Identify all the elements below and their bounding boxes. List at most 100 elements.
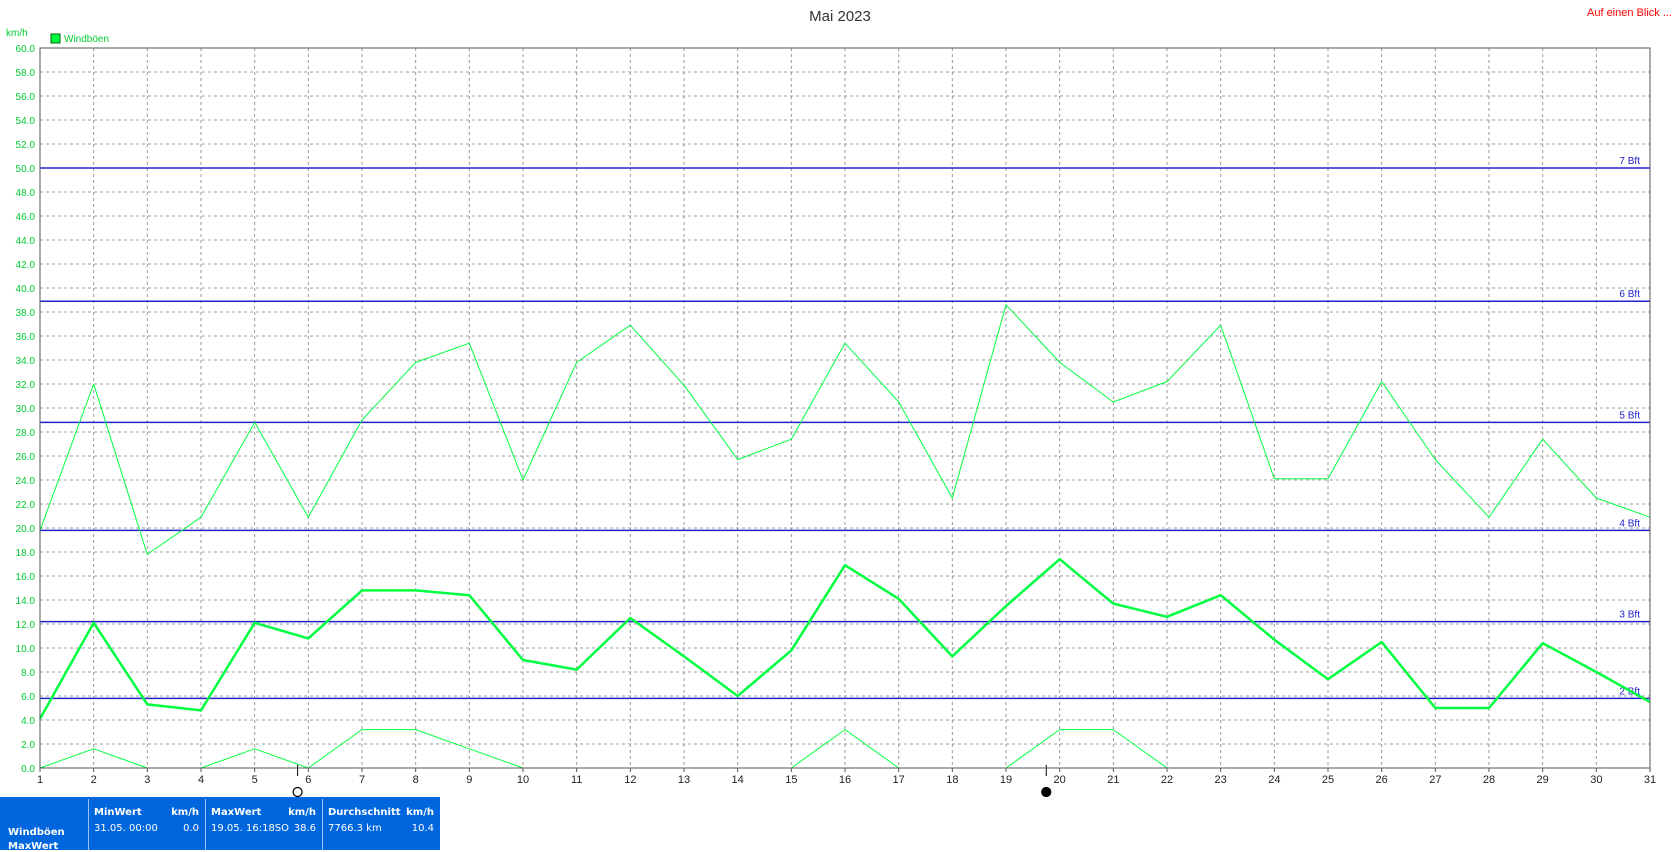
stat-max: MaxWert km/h 19.05. 16:18SO 38.6 [205, 799, 322, 850]
stat-avg: Durchschnitt km/h 7766.3 km 10.4 [322, 799, 440, 850]
y-tick-label: 16.0 [16, 572, 36, 583]
statistics-footer: Windböen MaxWert MinWert km/h 31.05. 00:… [0, 797, 1677, 852]
legend-label: Windböen [64, 34, 109, 45]
x-tick-label: 17 [893, 774, 905, 786]
stat-min-head: MinWert [94, 807, 142, 818]
x-tick-label: 14 [732, 774, 744, 786]
stat-max-unit: km/h [288, 807, 316, 818]
stat-max-time: 19.05. 16:18SO [211, 823, 290, 834]
y-tick-label: 0.0 [21, 764, 35, 775]
moon-full-icon [292, 786, 303, 797]
y-tick-label: 28.0 [16, 428, 36, 439]
x-tick-label: 6 [305, 774, 311, 786]
y-tick-label: 52.0 [16, 140, 36, 151]
x-tick-label: 16 [839, 774, 851, 786]
x-tick-label: 1 [37, 774, 43, 786]
beaufort-label: 3 Bft [1619, 610, 1640, 621]
stat-min-time: 31.05. 00:00 [94, 823, 158, 834]
stat-avg-head: Durchschnitt [328, 807, 401, 818]
y-tick-label: 24.0 [16, 476, 36, 487]
beaufort-label: 5 Bft [1619, 410, 1640, 421]
row-label-maxwert: MaxWert [8, 841, 59, 852]
x-tick-label: 12 [624, 774, 636, 786]
y-tick-label: 54.0 [16, 116, 36, 127]
auf-einen-blick-link[interactable]: Auf einen Blick ... [1587, 7, 1672, 19]
row-label-windboeen: Windböen [8, 827, 65, 838]
x-tick-label: 3 [144, 774, 150, 786]
y-tick-label: 4.0 [21, 716, 35, 727]
x-tick-label: 29 [1537, 774, 1549, 786]
stat-avg-value: 10.4 [411, 823, 434, 834]
y-tick-label: 10.0 [16, 644, 36, 655]
y-tick-label: 58.0 [16, 68, 36, 79]
y-tick-label: 12.0 [16, 620, 36, 631]
stat-avg-distance: 7766.3 km [328, 823, 382, 834]
y-tick-label: 40.0 [16, 284, 36, 295]
x-tick-label: 18 [946, 774, 958, 786]
series-line [39, 729, 524, 769]
x-tick-label: 19 [1000, 774, 1012, 786]
y-tick-label: 2.0 [21, 740, 35, 751]
y-tick-label: 46.0 [16, 212, 36, 223]
y-tick-label: 30.0 [16, 404, 36, 415]
x-tick-label: 8 [413, 774, 419, 786]
x-tick-label: 10 [517, 774, 529, 786]
x-tick-label: 20 [1054, 774, 1066, 786]
x-tick-label: 30 [1590, 774, 1602, 786]
y-tick-label: 18.0 [16, 548, 36, 559]
stat-min-unit: km/h [171, 807, 199, 818]
x-tick-label: 26 [1376, 774, 1388, 786]
x-tick-label: 21 [1107, 774, 1119, 786]
y-tick-label: 32.0 [16, 380, 36, 391]
y-axis-unit: km/h [6, 28, 28, 39]
x-tick-label: 2 [91, 774, 97, 786]
y-tick-label: 44.0 [16, 236, 36, 247]
chart-title: Mai 2023 [809, 8, 871, 25]
y-tick-label: 56.0 [16, 92, 36, 103]
x-tick-label: 7 [359, 774, 365, 786]
y-tick-label: 20.0 [16, 524, 36, 535]
moon-markers [292, 765, 1052, 797]
y-tick-labels: 0.0 2.0 4.0 6.0 8.0 10.0 12.0 14.0 16.0 18.0 20.0 2… [16, 44, 36, 775]
y-tick-label: 60.0 [16, 44, 36, 55]
beaufort-label: 7 Bft [1619, 156, 1640, 167]
y-tick-label: 34.0 [16, 356, 36, 367]
x-tick-label: 9 [466, 774, 472, 786]
x-tick-labels: 1 2 3 4 5 6 7 8 9 10 11 12 13 14 15 16 17 18 19 20 21 22 23 24 2… [37, 768, 1656, 786]
x-tick-label: 31 [1644, 774, 1656, 786]
y-tick-label: 14.0 [16, 596, 36, 607]
y-tick-label: 48.0 [16, 188, 36, 199]
x-tick-label: 13 [678, 774, 690, 786]
x-tick-label: 22 [1161, 774, 1173, 786]
grid [39, 47, 1651, 769]
stat-min: MinWert km/h 31.05. 00:00 0.0 [88, 799, 205, 850]
y-tick-label: 38.0 [16, 308, 36, 319]
stat-avg-unit: km/h [406, 807, 434, 818]
x-tick-label: 11 [571, 774, 582, 786]
x-tick-label: 23 [1215, 774, 1227, 786]
beaufort-label: 4 Bft [1619, 518, 1640, 529]
x-tick-label: 28 [1483, 774, 1495, 786]
x-tick-label: 27 [1429, 774, 1441, 786]
y-tick-label: 6.0 [21, 692, 35, 703]
x-tick-label: 4 [198, 774, 204, 786]
y-tick-label: 8.0 [21, 668, 35, 679]
stat-max-head: MaxWert [211, 807, 262, 818]
moon-new-icon [1041, 786, 1052, 797]
legend-swatch [50, 33, 61, 44]
wind-chart: Mai 2023 Auf einen Blick ... km/h Windbö… [6, 7, 1672, 797]
y-tick-label: 42.0 [16, 260, 36, 271]
x-tick-label: 5 [252, 774, 258, 786]
y-tick-label: 50.0 [16, 164, 36, 175]
x-tick-label: 25 [1322, 774, 1334, 786]
y-tick-label: 36.0 [16, 332, 36, 343]
beaufort-label: 6 Bft [1619, 289, 1640, 300]
stat-max-value: 38.6 [293, 823, 316, 834]
y-tick-label: 26.0 [16, 452, 36, 463]
statistics-bar: Windböen MaxWert MinWert km/h 31.05. 00:… [0, 797, 440, 852]
x-tick-label: 15 [785, 774, 797, 786]
series-line [1005, 729, 1168, 769]
x-tick-label: 24 [1268, 774, 1280, 786]
stat-min-value: 0.0 [183, 823, 199, 834]
y-tick-label: 22.0 [16, 500, 36, 511]
